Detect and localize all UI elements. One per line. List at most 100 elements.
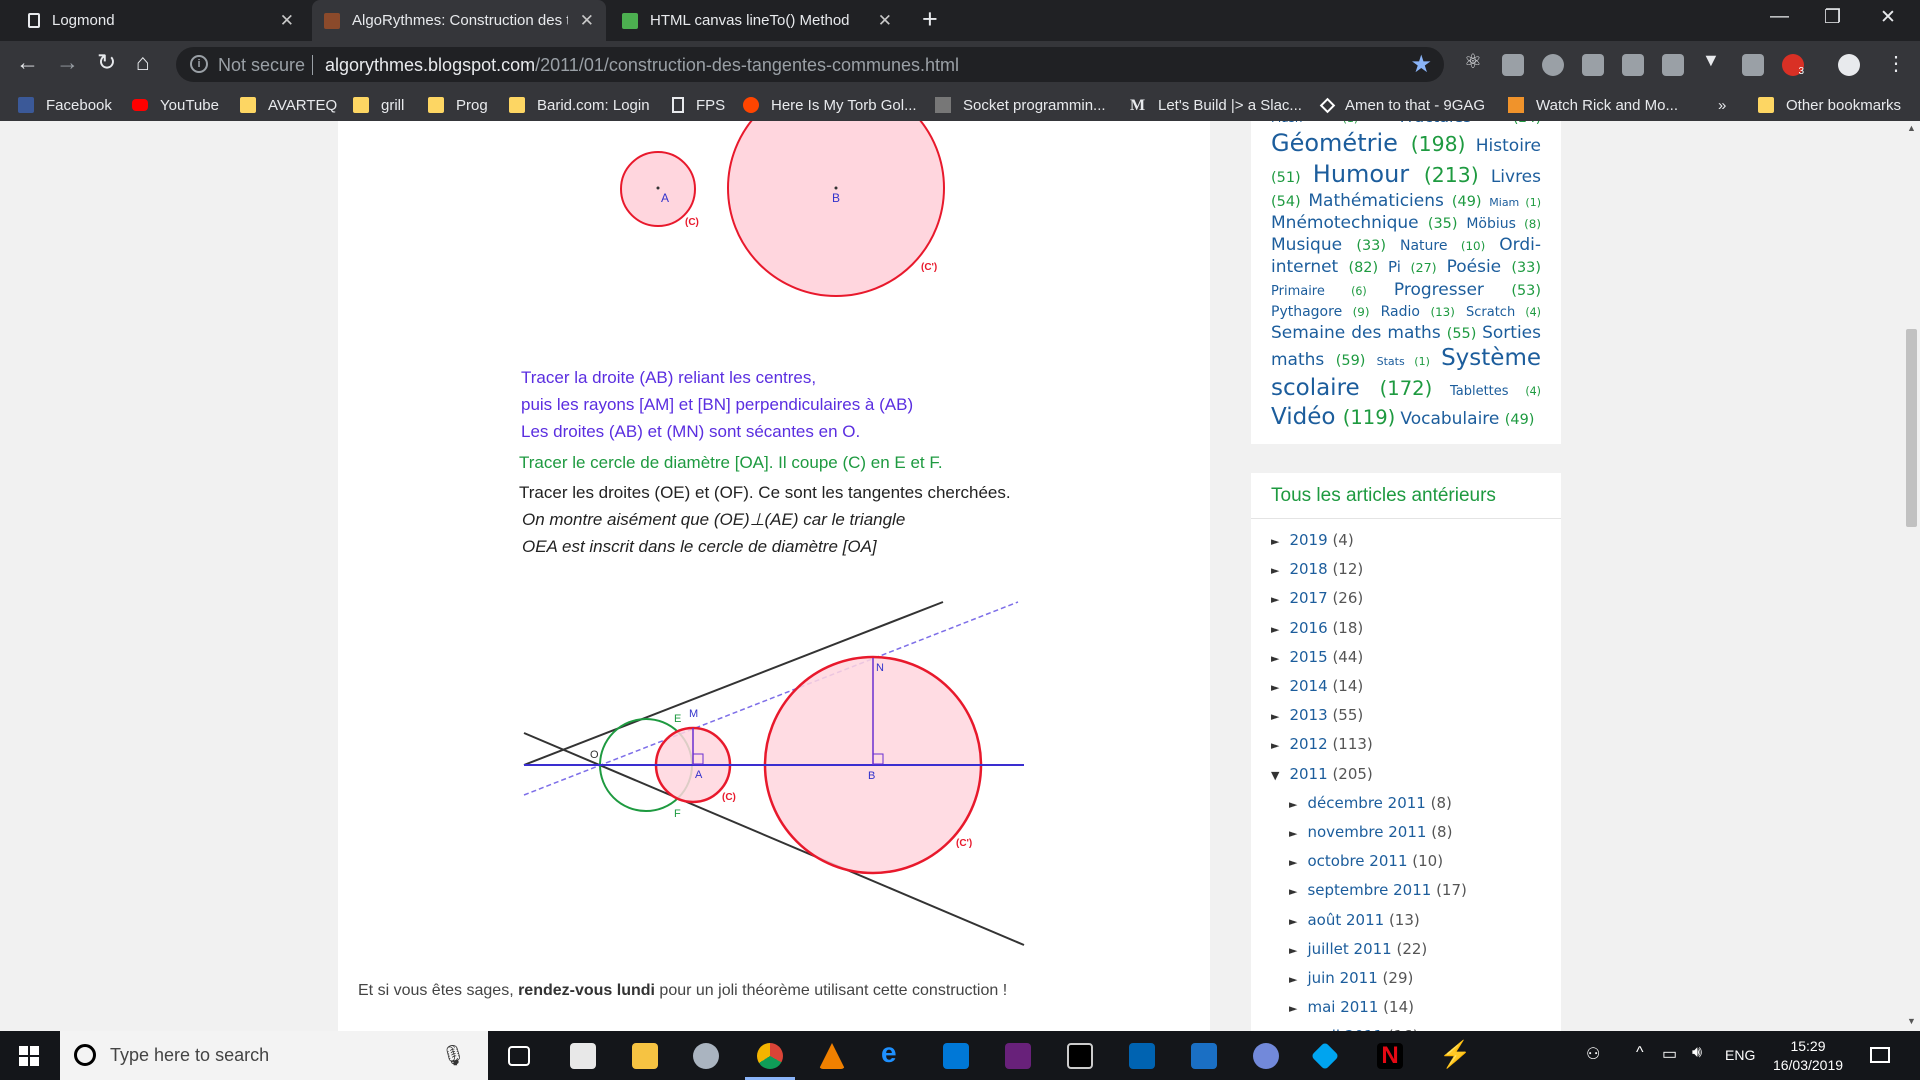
extension-icon[interactable] [1742, 54, 1764, 76]
network-icon[interactable]: ▭ [1662, 1044, 1677, 1064]
expanded-arrow-icon[interactable]: ▼ [1271, 769, 1279, 782]
collapsed-arrow-icon[interactable]: ► [1289, 827, 1297, 840]
bookmark-rick-morty[interactable]: Watch Rick and Mo... [1508, 95, 1678, 115]
label-link[interactable]: Tablettes [1450, 384, 1509, 399]
archive-year-label[interactable]: 2016 [1289, 619, 1327, 637]
collapsed-arrow-icon[interactable]: ► [1271, 564, 1279, 577]
react-devtools-icon[interactable]: ⚛ [1464, 49, 1486, 73]
address-bar[interactable]: i Not secure algorythmes.blogspot.com/20… [176, 47, 1444, 82]
bookmark-slack[interactable]: M Let's Build |> a Slac... [1130, 95, 1302, 115]
label-link[interactable]: Géométrie [1271, 129, 1398, 157]
archive-year-2019[interactable]: ► 2019 (4) [1271, 531, 1354, 549]
archive-year-2011[interactable]: ▼ 2011 (205) [1271, 765, 1373, 783]
bookmark-avarteq[interactable]: AVARTEQ [240, 95, 337, 115]
label-link[interactable]: Möbius [1466, 216, 1516, 232]
label-link[interactable]: Histoire [1476, 136, 1541, 156]
netflix-icon[interactable]: N [1377, 1043, 1403, 1069]
archive-year-label[interactable]: 2019 [1289, 531, 1327, 549]
archive-year-label[interactable]: 2018 [1289, 560, 1327, 578]
chrome-icon[interactable] [757, 1043, 783, 1069]
profile-avatar[interactable] [1838, 54, 1860, 76]
tab-algorythmes[interactable]: AlgoRythmes: Construction des t ✕ [312, 0, 606, 41]
archive-month-label[interactable]: décembre 2011 [1307, 794, 1425, 812]
home-button[interactable]: ⌂ [136, 49, 150, 76]
minimize-button[interactable]: — [1770, 6, 1789, 28]
page-scrollbar[interactable]: ▲ ▼ [1903, 121, 1920, 1031]
tab-canvas-lineto[interactable]: HTML canvas lineTo() Method ✕ [608, 0, 908, 41]
archive-year-label[interactable]: 2013 [1289, 706, 1327, 724]
extension-icon[interactable] [1662, 54, 1684, 76]
archive-month[interactable]: ► décembre 2011 (8) [1289, 794, 1452, 812]
archive-month-label[interactable]: mai 2011 [1307, 998, 1378, 1016]
vscode-icon[interactable] [943, 1043, 969, 1069]
label-link[interactable]: Miam [1489, 196, 1519, 209]
collapsed-arrow-icon[interactable]: ► [1271, 739, 1279, 752]
collapsed-arrow-icon[interactable]: ► [1289, 915, 1297, 928]
archive-year-label[interactable]: 2012 [1289, 735, 1327, 753]
collapsed-arrow-icon[interactable]: ► [1271, 652, 1279, 665]
tab-logmond[interactable]: Logmond ✕ [0, 0, 310, 41]
vlc-icon[interactable] [819, 1043, 845, 1069]
label-link[interactable]: Poésie [1447, 257, 1502, 277]
label-link[interactable]: Scratch [1466, 305, 1515, 320]
mail-icon[interactable] [570, 1043, 596, 1069]
bookmark-reddit[interactable]: Here Is My Torb Gol... [743, 95, 917, 115]
info-icon[interactable]: i [190, 55, 208, 73]
archive-year-2012[interactable]: ► 2012 (113) [1271, 735, 1373, 753]
archive-year-2014[interactable]: ► 2014 (14) [1271, 677, 1363, 695]
archive-month-label[interactable]: novembre 2011 [1307, 823, 1426, 841]
archive-year-label[interactable]: 2017 [1289, 589, 1327, 607]
collapsed-arrow-icon[interactable]: ► [1289, 973, 1297, 986]
app-icon[interactable]: ⚡ [1439, 1039, 1471, 1069]
discord-icon[interactable] [1253, 1043, 1279, 1069]
label-link[interactable]: Musique [1271, 235, 1342, 255]
clock[interactable]: 15:29 16/03/2019 [1768, 1037, 1848, 1075]
restore-button[interactable]: ❐ [1824, 6, 1841, 29]
bookmark-youtube[interactable]: YouTube [132, 95, 219, 115]
archive-month[interactable]: ► août 2011 (13) [1289, 911, 1420, 929]
forward-button[interactable]: → [56, 49, 79, 76]
powershell-icon[interactable] [1191, 1043, 1217, 1069]
extension-icon[interactable] [1622, 54, 1644, 76]
archive-month-label[interactable]: septembre 2011 [1307, 881, 1431, 899]
archive-year-2018[interactable]: ► 2018 (12) [1271, 560, 1363, 578]
archive-month[interactable]: ► mai 2011 (14) [1289, 998, 1414, 1016]
microphone-icon[interactable]: 🎙 [441, 1043, 466, 1068]
bookmark-facebook[interactable]: Facebook [18, 95, 112, 115]
archive-year-2013[interactable]: ► 2013 (55) [1271, 706, 1363, 724]
archive-month-label[interactable]: juillet 2011 [1307, 940, 1391, 958]
close-window-button[interactable]: ✕ [1880, 6, 1896, 29]
label-link[interactable]: Nature [1400, 238, 1447, 254]
task-view-icon[interactable] [508, 1046, 530, 1066]
archive-month[interactable]: ► novembre 2011 (8) [1289, 823, 1452, 841]
collapsed-arrow-icon[interactable]: ► [1289, 1002, 1297, 1015]
label-link[interactable]: Livres [1491, 167, 1541, 187]
back-button[interactable]: ← [16, 49, 39, 76]
archive-year-label[interactable]: 2015 [1289, 648, 1327, 666]
label-link[interactable]: Mathématiciens [1308, 191, 1444, 211]
other-bookmarks[interactable]: Other bookmarks [1758, 95, 1901, 115]
label-link[interactable]: Mnémotechnique [1271, 213, 1419, 233]
close-icon[interactable]: ✕ [580, 11, 594, 31]
label-link[interactable]: Semaine des maths [1271, 323, 1441, 343]
archive-year-2015[interactable]: ► 2015 (44) [1271, 648, 1363, 666]
archive-year-2016[interactable]: ► 2016 (18) [1271, 619, 1363, 637]
label-link[interactable]: Stats [1377, 355, 1405, 368]
archive-year-label[interactable]: 2011 [1289, 765, 1327, 783]
new-tab-button[interactable]: + [922, 4, 938, 35]
label-link[interactable]: Vidéo [1271, 404, 1335, 430]
edge-icon[interactable]: e [881, 1037, 907, 1068]
archive-year-2017[interactable]: ► 2017 (26) [1271, 589, 1363, 607]
collapsed-arrow-icon[interactable]: ► [1289, 856, 1297, 869]
label-link[interactable]: Pi [1388, 258, 1401, 276]
close-icon[interactable]: ✕ [878, 11, 892, 31]
collapsed-arrow-icon[interactable]: ► [1271, 593, 1279, 606]
notifications-icon[interactable] [1870, 1047, 1890, 1063]
vue-devtools-icon[interactable]: ▼ [1702, 50, 1724, 72]
windows-start-icon[interactable] [19, 1046, 39, 1066]
extension-icon[interactable] [1542, 54, 1564, 76]
label-link[interactable]: Primaire [1271, 284, 1325, 299]
show-hidden-icons[interactable]: ^ [1636, 1044, 1644, 1062]
bookmark-grill[interactable]: grill [353, 95, 404, 115]
label-link[interactable]: Fractales [1400, 121, 1472, 126]
